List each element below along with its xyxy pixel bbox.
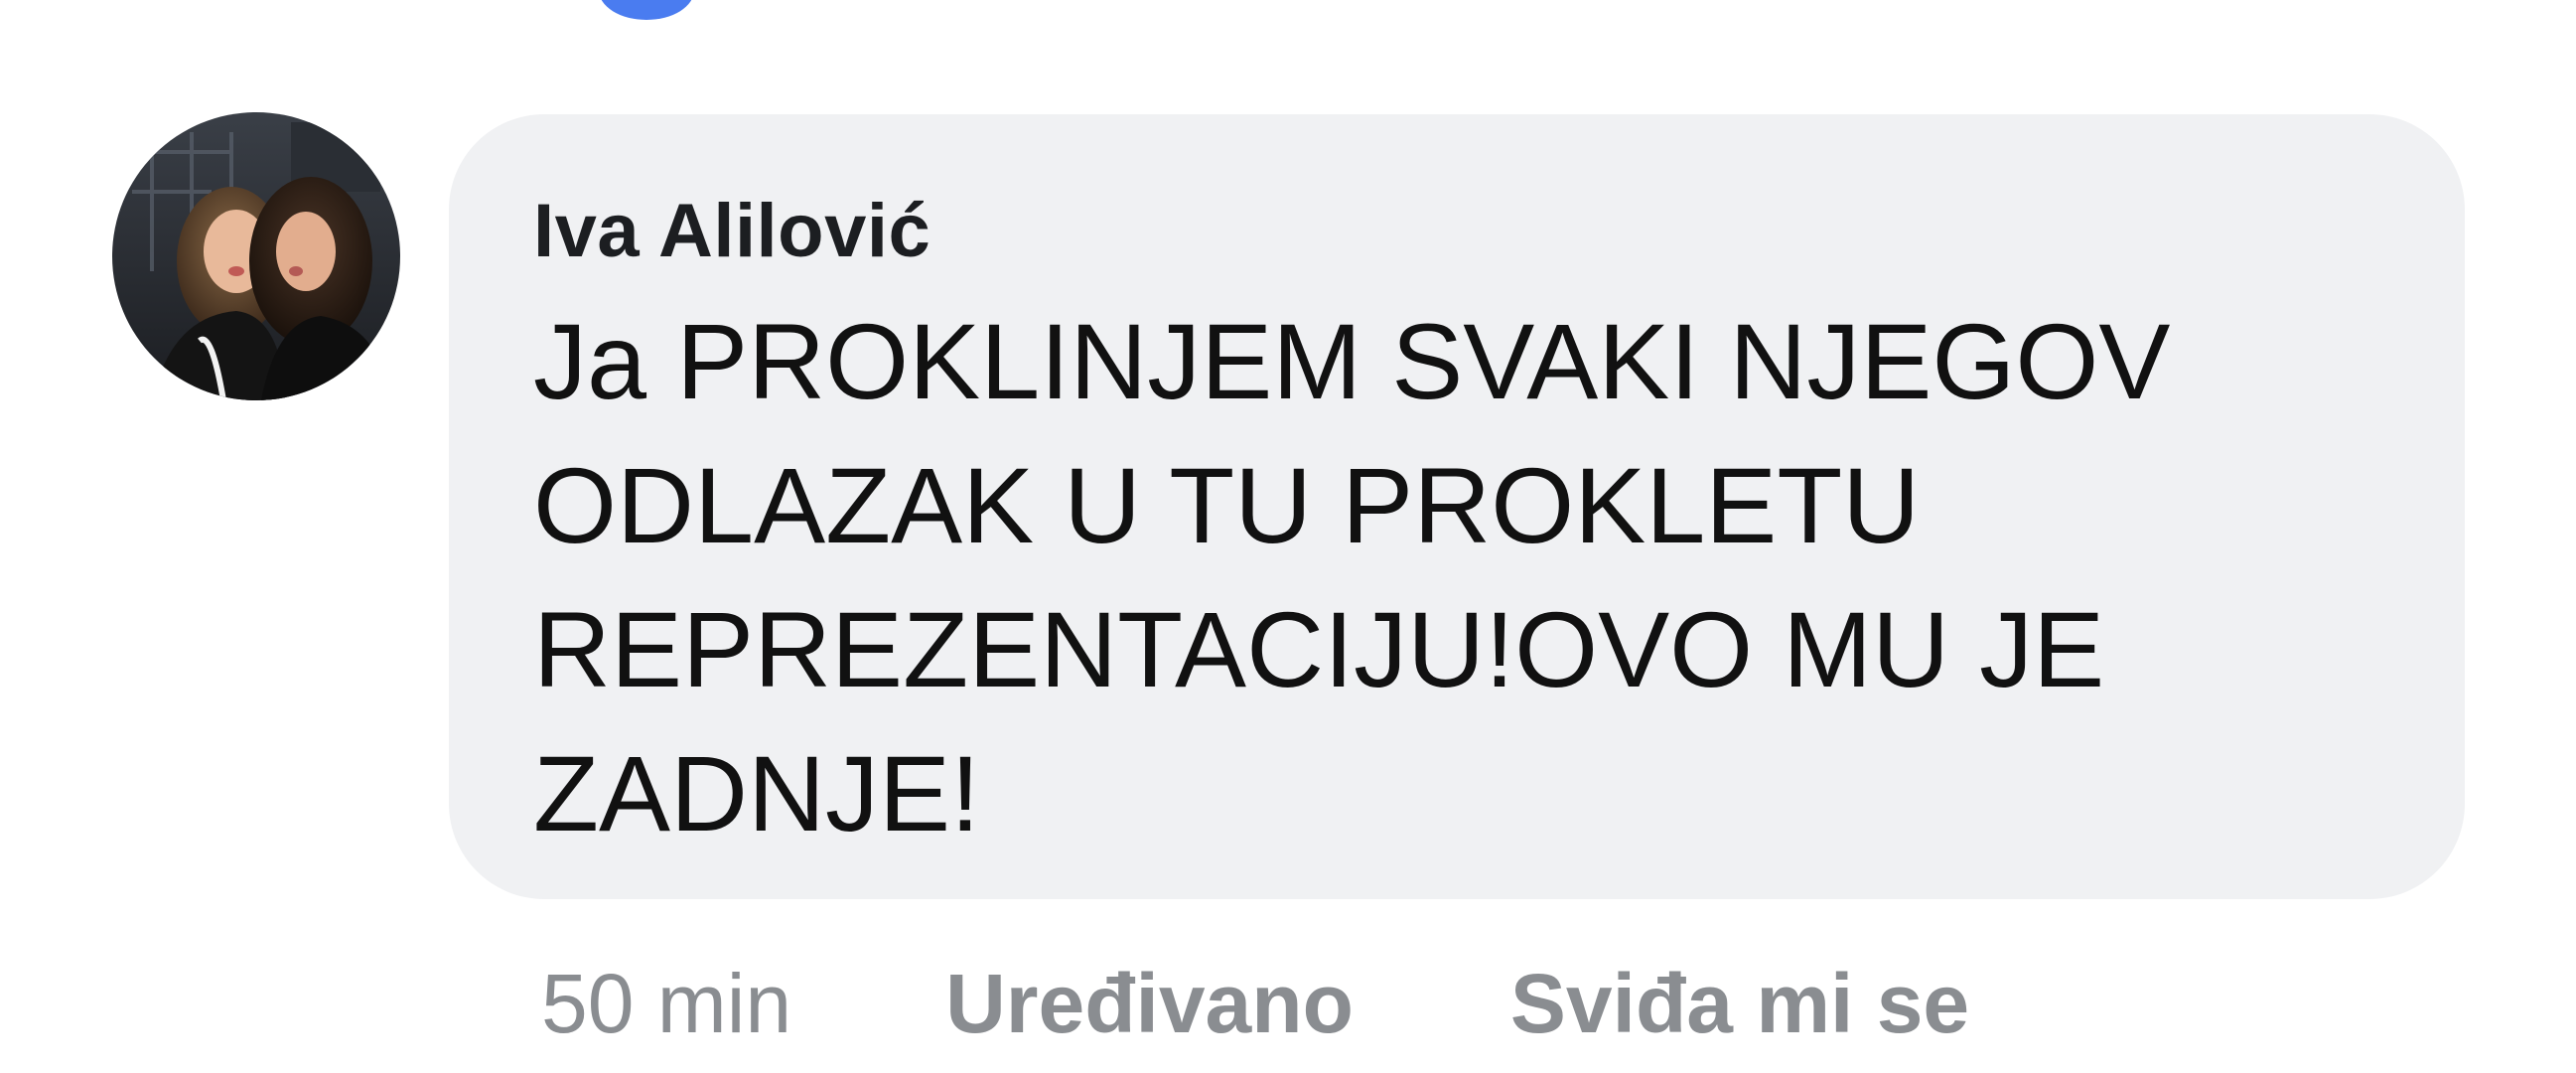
like-button[interactable]: Sviđa mi se: [1510, 956, 1969, 1052]
reaction-indicator: [599, 0, 694, 20]
comment-actions: 50 min Uređivano Sviđa mi se: [541, 957, 1969, 1050]
comment-bubble[interactable]: Iva Alilović Ja PROKLINJEM SVAKI NJEGOV …: [449, 114, 2465, 899]
avatar-photo: [112, 112, 400, 400]
avatar[interactable]: [112, 112, 400, 400]
edited-label[interactable]: Uređivano: [945, 956, 1354, 1052]
comment-text: Ja PROKLINJEM SVAKI NJEGOV ODLAZAK U TU …: [533, 301, 2171, 853]
author-name[interactable]: Iva Alilović: [533, 182, 2379, 281]
comment-timestamp[interactable]: 50 min: [541, 956, 791, 1052]
